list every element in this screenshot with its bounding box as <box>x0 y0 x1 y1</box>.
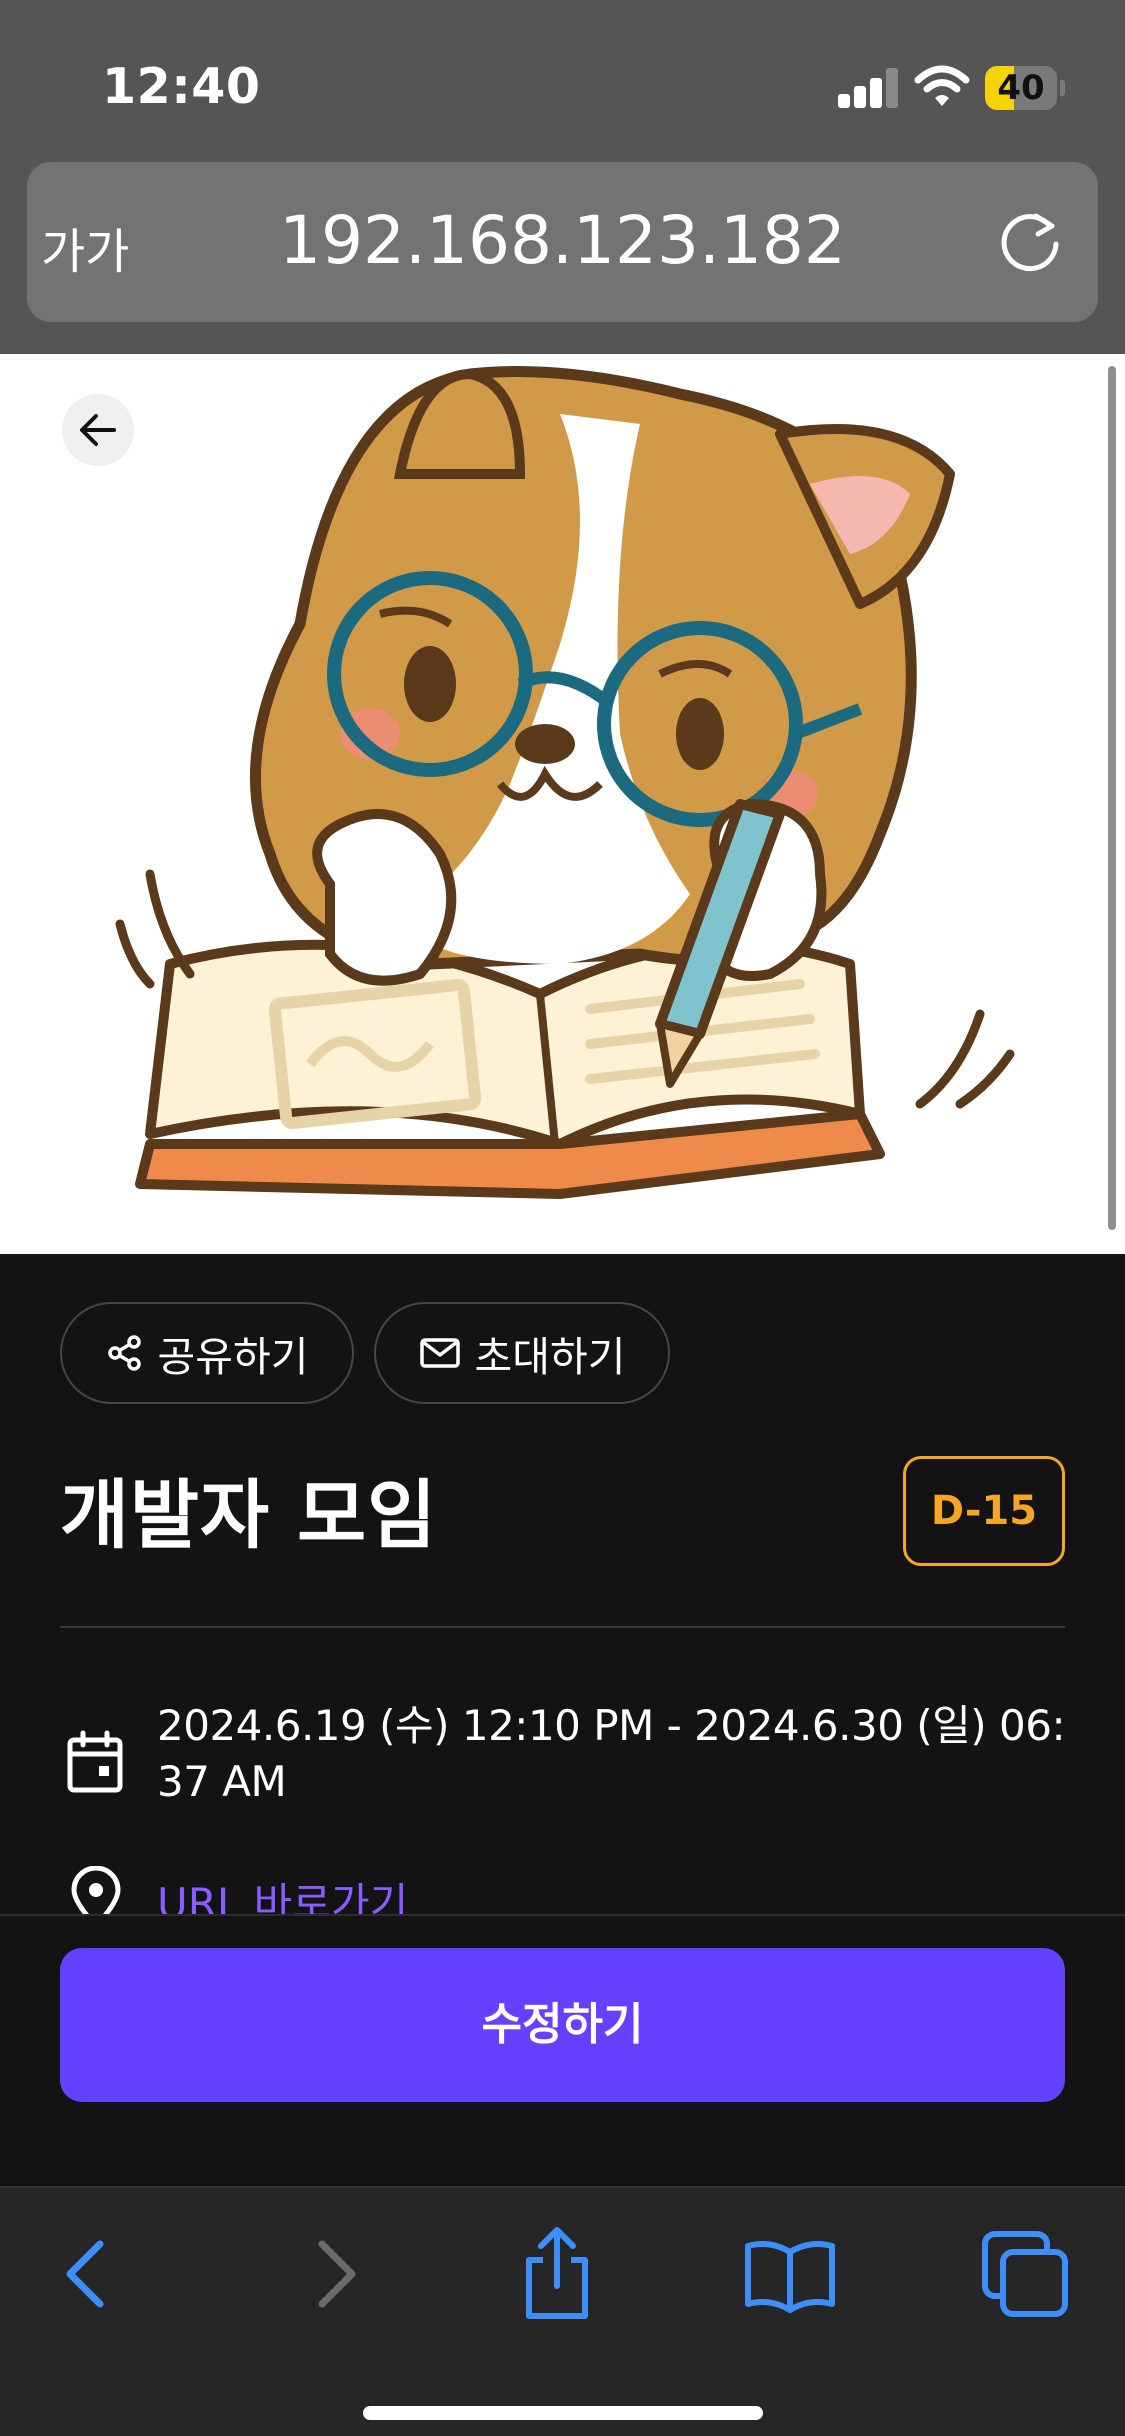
status-time: 12:40 <box>102 58 261 115</box>
mail-icon <box>419 1338 460 1368</box>
back-icon[interactable] <box>40 2224 140 2324</box>
home-indicator[interactable] <box>363 2406 763 2420</box>
url-text[interactable]: 192.168.123.182 <box>27 202 1098 279</box>
event-datetime: 2024.6.19 (수) 12:10 PM - 2024.6.30 (일) 0… <box>157 1701 1066 1806</box>
battery-level: 40 <box>997 68 1045 108</box>
arrow-left-icon <box>80 414 116 446</box>
browser-toolbar <box>0 2186 1125 2436</box>
divider <box>60 1626 1065 1628</box>
share-nodes-icon <box>107 1335 141 1371</box>
share-button[interactable]: 공유하기 <box>60 1302 354 1404</box>
reload-icon[interactable] <box>992 204 1068 280</box>
page-scrollbar[interactable] <box>1108 366 1116 1230</box>
invite-label: 초대하기 <box>474 1333 626 1381</box>
back-button[interactable] <box>62 394 134 466</box>
edit-button[interactable]: 수정하기 <box>60 1948 1065 2102</box>
tabs-icon[interactable] <box>975 2224 1075 2324</box>
bookmarks-icon[interactable] <box>740 2224 840 2324</box>
forward-icon[interactable] <box>282 2224 382 2324</box>
address-bar[interactable]: 가가 192.168.123.182 <box>27 162 1098 322</box>
calendar-icon <box>67 1730 123 1793</box>
event-cover-image <box>0 354 1125 1254</box>
share-label: 공유하기 <box>157 1333 309 1381</box>
cellular-signal-icon <box>838 68 898 108</box>
browser-address-area: 가가 192.168.123.182 <box>0 160 1125 354</box>
event-details: 공유하기 초대하기 개발자 모임 D-15 2024.6.19 (수) 12:1… <box>0 1254 1125 1929</box>
footer-action-panel: 수정하기 <box>0 1914 1125 2186</box>
dday-badge: D-15 <box>903 1456 1065 1566</box>
corgi-reading-illustration <box>115 366 1015 1199</box>
wifi-icon <box>914 65 970 106</box>
battery-icon: 40 <box>985 66 1065 110</box>
invite-button[interactable]: 초대하기 <box>374 1302 670 1404</box>
status-bar: 12:40 40 <box>0 0 1125 160</box>
event-title: 개발자 모임 <box>60 1471 438 1559</box>
share-icon[interactable] <box>507 2224 607 2324</box>
